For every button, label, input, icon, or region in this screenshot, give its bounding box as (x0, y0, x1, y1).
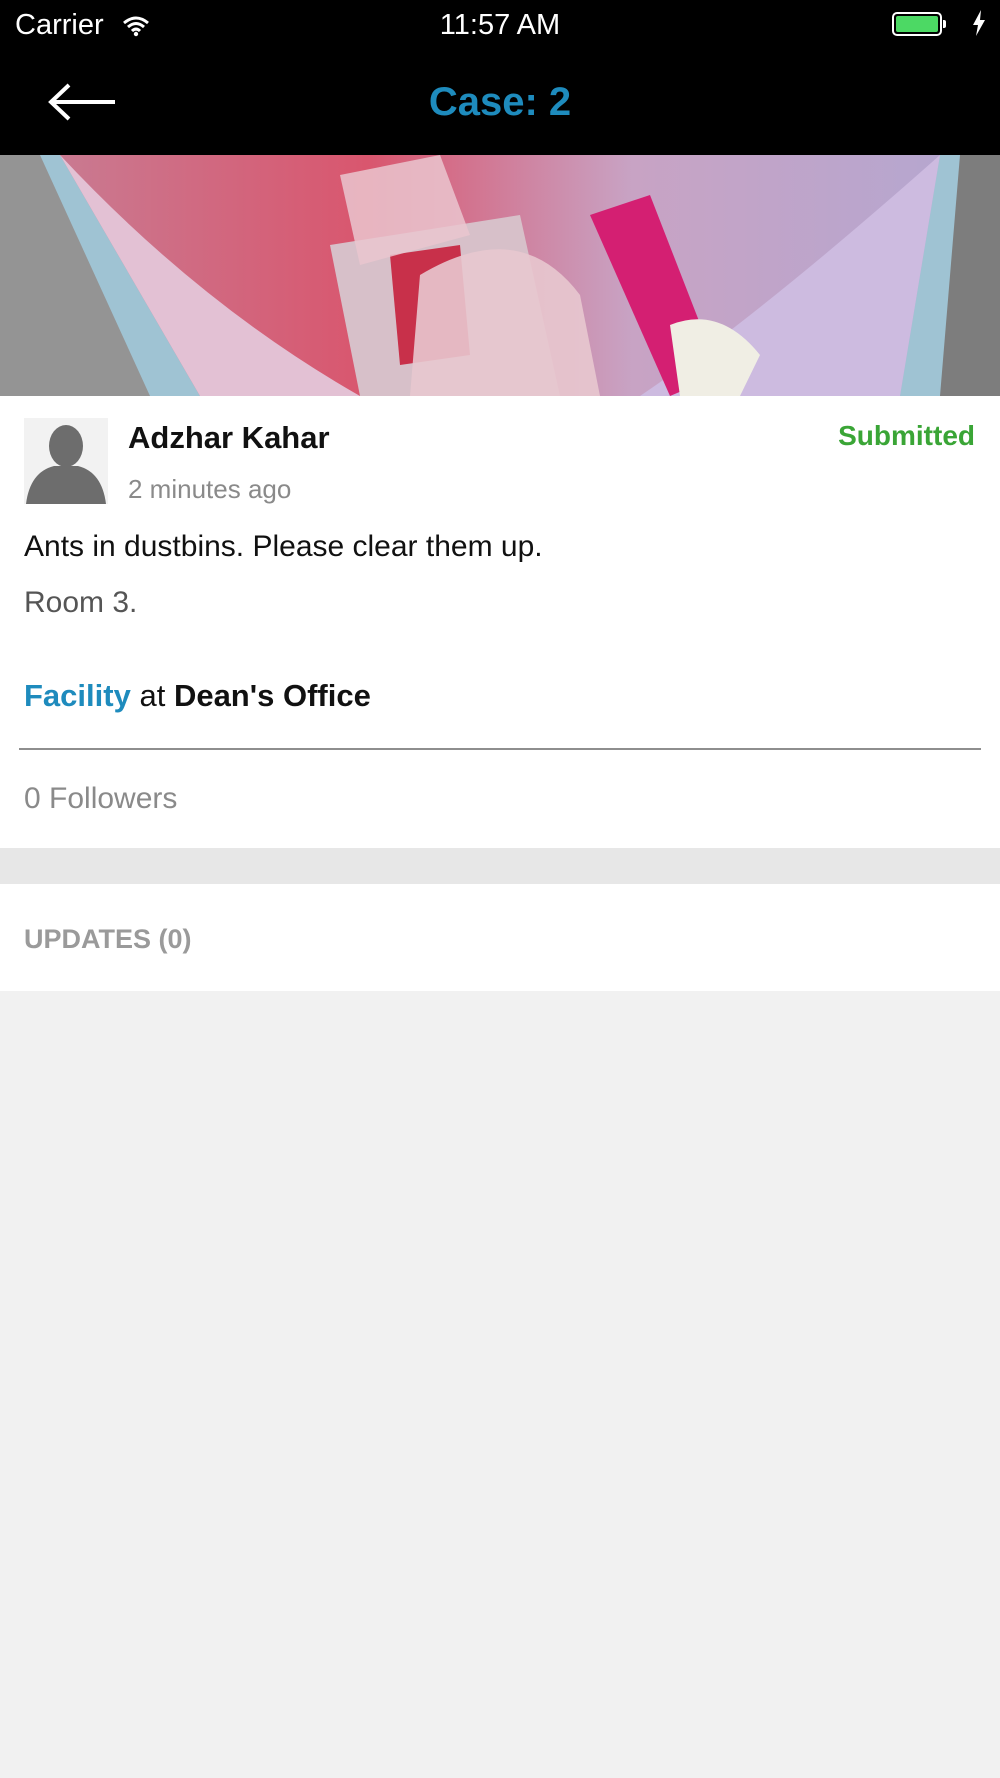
category-link[interactable]: Facility (24, 678, 131, 713)
case-description: Ants in dustbins. Please clear them up. (24, 530, 543, 563)
clock-label: 11:57 AM (439, 9, 561, 41)
battery-icon (892, 12, 946, 36)
category-location-line: Facility at Dean's Office (24, 678, 371, 714)
updates-section: UPDATES (0) (0, 884, 1000, 991)
at-label: at (139, 678, 166, 713)
divider (19, 748, 981, 750)
avatar[interactable] (24, 418, 108, 504)
page-title: Case: 2 (428, 80, 572, 124)
author-name[interactable]: Adzhar Kahar (128, 420, 330, 456)
status-badge: Submitted (838, 420, 975, 451)
section-separator (0, 848, 1000, 884)
charging-bolt-icon (972, 10, 986, 44)
location-name: Dean's Office (173, 678, 371, 713)
status-bar: Carrier 11:57 AM (0, 0, 1000, 50)
followers-count[interactable]: 0 Followers (24, 782, 177, 816)
navigation-bar: Case: 2 (0, 50, 1000, 155)
user-silhouette-icon (24, 418, 108, 504)
updates-header: UPDATES (0) (24, 924, 192, 954)
case-photo[interactable] (0, 155, 1000, 396)
case-card: Adzhar Kahar 2 minutes ago Submitted Ant… (0, 396, 1000, 848)
case-room: Room 3. (24, 586, 138, 619)
timestamp: 2 minutes ago (128, 474, 292, 504)
